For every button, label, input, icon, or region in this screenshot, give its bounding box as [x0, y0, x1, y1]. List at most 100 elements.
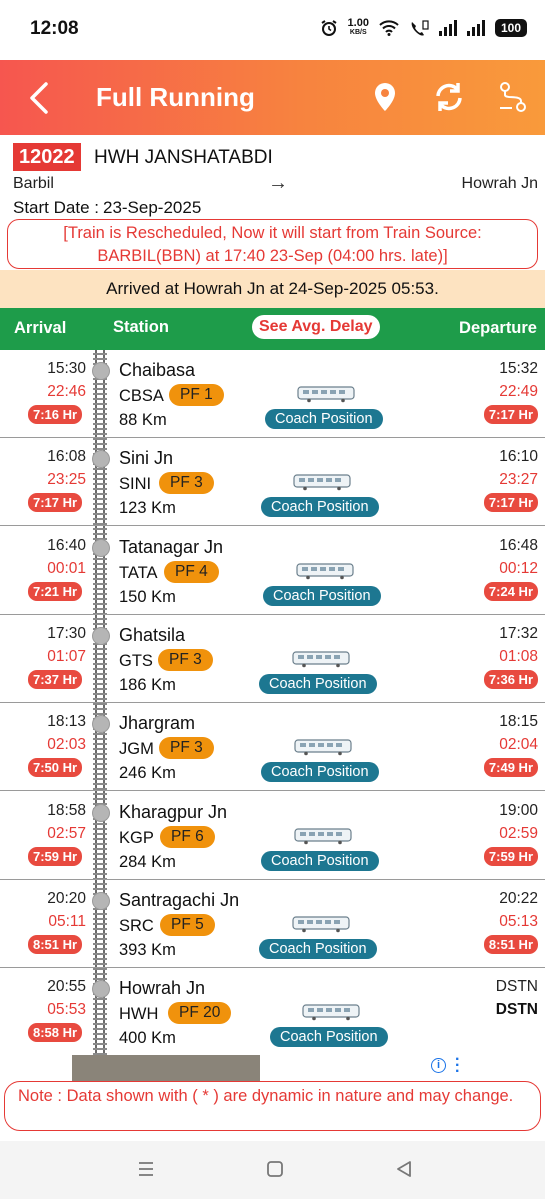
station-row[interactable]: 16:08 23:25 7:17 Hr Sini Jn SINI PF 3 123 Km Co… — [0, 438, 545, 527]
route-icon[interactable] — [496, 80, 530, 114]
train-header: 12022 HWH JANSHATABDI — [13, 143, 538, 171]
station-row[interactable]: 17:30 01:07 7:37 Hr Ghatsila GTS PF 3 186 Km Co… — [0, 615, 545, 703]
station-dot-icon — [92, 362, 110, 380]
platform-badge: PF 5 — [160, 913, 215, 936]
departure-scheduled: 16:48 — [499, 536, 538, 554]
coach-position-button[interactable]: Coach Position — [265, 409, 383, 429]
train-number: 12022 — [13, 143, 81, 171]
coach-train-icon — [294, 738, 354, 756]
arrival-scheduled: 20:20 — [47, 889, 86, 907]
arrival-scheduled: 18:58 — [47, 801, 86, 819]
refresh-icon[interactable] — [432, 80, 466, 114]
departure-actual: 01:08 — [499, 647, 538, 665]
departure-scheduled: DSTN — [495, 978, 538, 996]
arrival-actual: 22:46 — [47, 383, 86, 400]
coach-position-button[interactable]: Coach Position — [261, 497, 379, 518]
start-date: Start Date :23-Sep-2025 — [13, 198, 201, 218]
coach-position-button[interactable]: Coach Position — [259, 673, 377, 694]
location-pin-icon[interactable] — [368, 80, 402, 114]
station-distance: 393 Km — [119, 940, 176, 959]
platform-badge: PF 6 — [160, 825, 215, 848]
arrival-actual: 23:25 — [47, 471, 86, 489]
departure-delay-badge: 7:49 Hr — [483, 758, 538, 778]
dynamic-data-note: Note : Data shown with ( * ) are dynamic… — [4, 1081, 541, 1131]
signal-bars-icon — [466, 20, 485, 36]
arrival-scheduled: 15:30 — [47, 360, 86, 377]
station-name: Santragachi Jn — [119, 889, 240, 910]
station-distance: 400 Km — [119, 1029, 176, 1048]
status-time: 12:08 — [30, 18, 79, 39]
departure-scheduled: 15:32 — [499, 360, 538, 377]
station-name: Howrah Jn — [119, 978, 206, 999]
platform-badge: PF 4 — [164, 560, 219, 583]
back-arrow-icon[interactable] — [22, 78, 58, 118]
departure-delay-badge: 7:36 Hr — [483, 669, 538, 689]
wifi-icon — [379, 20, 399, 36]
station-code: KGP — [119, 828, 154, 847]
arrival-delay-badge: 7:50 Hr — [28, 758, 83, 778]
coach-position-button[interactable]: Coach Position — [261, 762, 379, 783]
coach-train-icon — [297, 385, 357, 403]
ad-more-icon[interactable]: · · · — [455, 1052, 460, 1080]
arrival-actual: 05:11 — [48, 912, 86, 930]
departure-actual: 02:59 — [499, 824, 538, 842]
ad-banner[interactable] — [72, 1055, 260, 1081]
station-dot-icon — [92, 450, 110, 469]
station-distance: 246 Km — [119, 764, 176, 783]
station-code: JGM — [119, 740, 154, 759]
arrival-actual: 01:07 — [47, 647, 86, 665]
arrival-actual: 00:01 — [47, 559, 86, 577]
station-row[interactable]: 20:55 05:53 8:58 Hr Howrah Jn HWH PF 20 400 Km… — [0, 968, 545, 1055]
coach-position-button[interactable]: Coach Position — [263, 585, 381, 606]
departure-scheduled: 18:15 — [499, 713, 538, 731]
coach-position-button[interactable]: Coach Position — [259, 938, 377, 959]
arrival-delay-badge: 7:16 Hr — [28, 405, 83, 424]
volte-call-icon — [411, 20, 429, 36]
arrival-delay-badge: 8:51 Hr — [28, 934, 83, 954]
station-name: Chaibasa — [119, 360, 196, 380]
station-row[interactable]: 16:40 00:01 7:21 Hr Tatanagar Jn TATA PF 4 150… — [0, 527, 545, 615]
departure-actual: 23:27 — [499, 471, 538, 489]
departure-scheduled: 17:32 — [499, 624, 538, 642]
back-icon[interactable] — [394, 1159, 414, 1179]
station-list[interactable]: 15:30 22:46 7:16 Hr Chaibasa CBSA PF 1 88 Km Co… — [0, 350, 545, 1055]
coach-train-icon — [302, 1003, 362, 1021]
arrival-scheduled: 20:55 — [47, 978, 86, 996]
status-icons: 1.00 KB/S 100 — [320, 18, 527, 38]
station-distance: 284 Km — [119, 852, 176, 871]
station-code: SINI — [119, 475, 152, 494]
reschedule-notice: [Train is Rescheduled, Now it will start… — [7, 219, 538, 269]
coach-train-icon — [294, 827, 354, 845]
recents-icon[interactable] — [136, 1159, 156, 1179]
station-row[interactable]: 20:20 05:11 8:51 Hr Santragachi Jn SRC PF 5 39… — [0, 880, 545, 968]
platform-badge: PF 3 — [158, 648, 213, 671]
coach-position-button[interactable]: Coach Position — [261, 850, 379, 871]
network-speed-unit: KB/S — [349, 29, 367, 36]
coach-train-icon — [292, 915, 352, 933]
route-from: Barbil — [13, 175, 54, 192]
station-dot-icon — [92, 980, 110, 999]
departure-actual: DSTN — [495, 1001, 538, 1019]
ad-info-icon[interactable]: i — [431, 1058, 446, 1073]
platform-badge: PF 3 — [159, 737, 214, 760]
station-distance: 150 Km — [119, 587, 176, 606]
departure-scheduled: 19:00 — [499, 801, 538, 819]
departure-delay-badge: 7:59 Hr — [483, 846, 538, 866]
train-name: HWH JANSHATABDI — [94, 147, 273, 168]
station-row[interactable]: 18:58 02:57 7:59 Hr Kharagpur Jn KGP PF 6 284 … — [0, 792, 545, 880]
station-code: TATA — [119, 563, 158, 582]
departure-actual: 22:49 — [499, 383, 538, 400]
arrival-actual: 05:53 — [47, 1001, 86, 1019]
coach-position-button[interactable]: Coach Position — [270, 1027, 388, 1048]
route-to: Howrah Jn — [461, 175, 538, 192]
station-name: Tatanagar Jn — [119, 536, 224, 557]
departure-delay-badge: 7:17 Hr — [483, 493, 538, 513]
home-icon[interactable] — [265, 1159, 285, 1179]
station-distance: 88 Km — [119, 411, 167, 429]
arrival-scheduled: 16:08 — [47, 448, 86, 466]
station-row[interactable]: 15:30 22:46 7:16 Hr Chaibasa CBSA PF 1 88 Km Co… — [0, 350, 545, 438]
station-row[interactable]: 18:13 02:03 7:50 Hr Jhargram JGM PF 3 246 Km Co… — [0, 703, 545, 792]
station-code: SRC — [119, 916, 154, 935]
see-avg-delay-button[interactable]: See Avg. Delay — [252, 315, 380, 339]
coach-train-icon — [293, 473, 353, 491]
